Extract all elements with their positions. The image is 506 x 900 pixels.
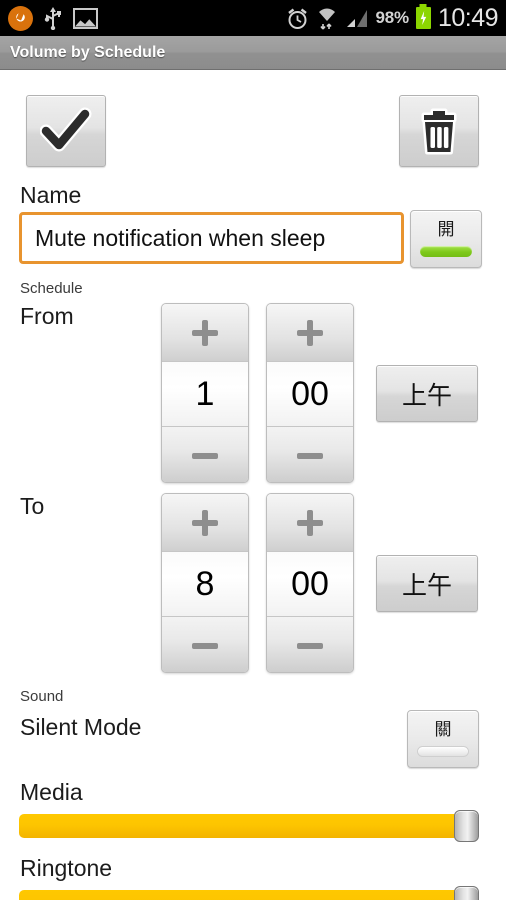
plus-icon xyxy=(192,319,218,346)
minus-icon xyxy=(297,633,323,659)
gallery-image-icon xyxy=(73,7,98,29)
media-slider-track xyxy=(19,814,459,838)
usb-icon xyxy=(43,6,63,31)
checkmark-icon xyxy=(40,107,92,152)
from-hour-decrement-button[interactable] xyxy=(162,426,248,482)
from-hour-picker[interactable]: 1 xyxy=(161,303,249,483)
trash-icon xyxy=(421,108,457,155)
status-clock: 10:49 xyxy=(437,3,499,32)
silent-mode-toggle[interactable]: 關 xyxy=(407,710,479,768)
schedule-enable-toggle[interactable]: 開 xyxy=(410,210,482,268)
toggle-state-label: 開 xyxy=(437,220,455,240)
media-volume-label: Media xyxy=(20,779,83,805)
from-label: From xyxy=(20,303,74,329)
from-minute-increment-button[interactable] xyxy=(267,304,353,362)
schedule-header: Schedule xyxy=(20,280,83,297)
to-minute-increment-button[interactable] xyxy=(267,494,353,552)
to-hour-decrement-button[interactable] xyxy=(162,616,248,672)
to-hour-picker[interactable]: 8 xyxy=(161,493,249,673)
to-label: To xyxy=(20,493,45,519)
from-minute-picker[interactable]: 00 xyxy=(266,303,354,483)
media-volume-slider[interactable] xyxy=(19,810,485,842)
media-slider-thumb[interactable] xyxy=(454,810,479,842)
cellular-signal-icon xyxy=(345,8,369,28)
to-ampm-button[interactable]: 上午 xyxy=(376,555,478,612)
battery-charging-icon xyxy=(415,7,431,29)
to-hour-increment-button[interactable] xyxy=(162,494,248,552)
to-minute-value: 00 xyxy=(267,552,353,616)
wifi-icon xyxy=(316,7,338,30)
sound-header: Sound xyxy=(20,688,64,705)
from-minute-decrement-button[interactable] xyxy=(267,426,353,482)
ringtone-volume-label: Ringtone xyxy=(20,855,113,881)
name-input[interactable]: Mute notification when sleep xyxy=(19,212,404,264)
name-label: Name xyxy=(20,182,82,208)
status-bar-right-icons: 98% 10:49 xyxy=(286,3,506,32)
silent-mode-label: Silent Mode xyxy=(20,714,142,740)
to-minute-picker[interactable]: 00 xyxy=(266,493,354,673)
minus-icon xyxy=(297,443,323,469)
save-button[interactable] xyxy=(26,95,106,167)
from-hour-value: 1 xyxy=(162,362,248,426)
page-title: Volume by Schedule xyxy=(10,43,166,61)
status-bar: 98% 10:49 xyxy=(0,0,506,36)
ringtone-slider-thumb[interactable] xyxy=(454,886,479,900)
alarm-clock-icon xyxy=(286,7,309,30)
plus-icon xyxy=(297,509,323,536)
title-bar: Volume by Schedule xyxy=(0,36,506,70)
app-circle-icon xyxy=(8,5,33,31)
to-minute-decrement-button[interactable] xyxy=(267,616,353,672)
to-hour-value: 8 xyxy=(162,552,248,616)
toggle-indicator-bar xyxy=(417,746,469,757)
from-minute-value: 00 xyxy=(267,362,353,426)
from-hour-increment-button[interactable] xyxy=(162,304,248,362)
delete-button[interactable] xyxy=(399,95,479,167)
plus-icon xyxy=(297,319,323,346)
toggle-indicator-bar xyxy=(420,246,472,257)
status-bar-left-icons xyxy=(0,5,98,31)
ringtone-slider-track xyxy=(19,890,459,900)
minus-icon xyxy=(192,443,218,469)
minus-icon xyxy=(192,633,218,659)
plus-icon xyxy=(192,509,218,536)
ringtone-volume-slider[interactable] xyxy=(19,886,485,900)
battery-percent-label: 98% xyxy=(375,8,410,27)
toggle-state-label: 關 xyxy=(434,720,452,740)
app-screen: 98% 10:49 Volume by Schedule Name Mute n… xyxy=(0,0,506,900)
from-ampm-button[interactable]: 上午 xyxy=(376,365,478,422)
